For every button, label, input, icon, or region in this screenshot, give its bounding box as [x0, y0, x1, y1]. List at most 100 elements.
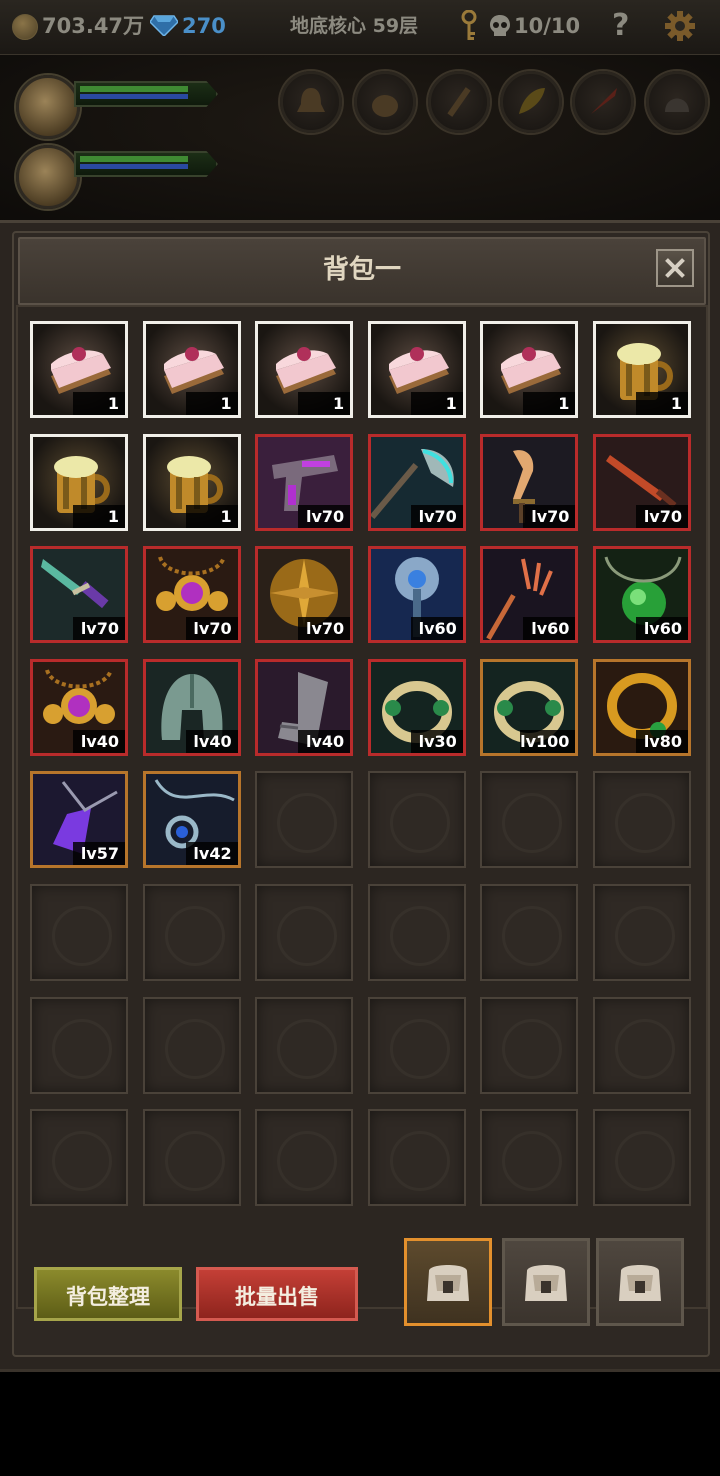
help-icon[interactable]: ? [612, 8, 638, 43]
item-level-badge: 1 [185, 392, 238, 415]
inventory-slot-empty[interactable] [480, 884, 579, 981]
inventory-slot-cake[interactable]: 1 [142, 321, 241, 418]
inventory-slot-empty[interactable] [593, 884, 691, 981]
inventory-slot-ring-gold[interactable]: lv80 [593, 658, 691, 756]
inventory-slot-beer[interactable]: 1 [593, 321, 691, 418]
item-level-badge: lv70 [185, 617, 238, 641]
inventory-slot-empty[interactable] [593, 771, 691, 869]
item-level-badge: lv42 [185, 842, 238, 866]
inventory-slot-empty[interactable] [142, 1109, 241, 1207]
bag-tab-2[interactable] [502, 1238, 590, 1326]
inventory-slot-empty[interactable] [30, 996, 128, 1094]
equip-slot-bell[interactable] [280, 71, 342, 133]
top-status-bar: 703.47万 270 地底核心 59层 10/10 ? [0, 0, 720, 55]
spear-icon [591, 88, 617, 114]
inventory-slot-empty[interactable] [255, 1109, 354, 1207]
hero-portrait-2[interactable] [16, 145, 80, 209]
item-level-badge: 1 [410, 392, 463, 415]
inventory-slot-gun[interactable]: lv70 [255, 433, 354, 531]
inventory-slot-ring-green[interactable]: lv30 [367, 658, 466, 756]
inventory-slot-sword[interactable]: lv70 [30, 546, 128, 644]
equip-slot-feather[interactable] [500, 71, 562, 133]
inventory-slot-empty[interactable] [367, 771, 466, 869]
pouch-icon [372, 95, 398, 117]
inventory-slot-empty[interactable] [367, 996, 466, 1094]
inventory-slot-beer[interactable]: 1 [30, 433, 128, 531]
inventory-slot-helmet[interactable]: lv40 [142, 658, 241, 756]
item-level-badge: lv100 [520, 729, 576, 753]
hero-portrait-1[interactable] [16, 75, 80, 139]
feather-icon [519, 88, 545, 114]
panel-titlebar: 背包一 [18, 237, 706, 305]
inventory-slot-dagger[interactable]: lv70 [593, 433, 691, 531]
item-level-badge: lv60 [523, 617, 576, 641]
inventory-slot-empty[interactable] [255, 996, 354, 1094]
equip-slot-spear[interactable] [572, 71, 634, 133]
inventory-slot-beer[interactable]: 1 [142, 433, 241, 531]
inventory-slot-pendant-purple[interactable]: lv57 [30, 771, 128, 869]
inventory-slot-empty[interactable] [480, 771, 579, 869]
bulk-sell-button[interactable]: 批量出售 [196, 1267, 358, 1321]
gear-icon[interactable] [664, 10, 696, 42]
inventory-slot-empty[interactable] [142, 996, 241, 1094]
inventory-slot-empty[interactable] [593, 1109, 691, 1207]
inventory-slot-cake[interactable]: 1 [367, 321, 466, 418]
bag-tab-1[interactable] [404, 1238, 492, 1326]
inventory-slot-trident[interactable]: lv60 [480, 546, 579, 644]
inventory-slot-cake[interactable]: 1 [30, 321, 128, 418]
backpack-panel: 背包一 1 1 1 1 1 1 1 1 lv70 lv70 lv70 lv70 lv70 lv70 lv70… [0, 220, 720, 1372]
inventory-slot-shield-gold[interactable]: lv70 [255, 546, 354, 644]
inventory-slot-empty[interactable] [142, 884, 241, 981]
backpack-icon [619, 1265, 661, 1301]
skull-icon [490, 15, 510, 36]
helmet-icon [665, 98, 689, 112]
inventory-slot-ring-green[interactable]: lv100 [480, 658, 579, 756]
inventory-slot-staff-blue[interactable]: lv60 [367, 546, 466, 644]
inventory-slot-empty[interactable] [30, 1109, 128, 1207]
inventory-slot-pendant-blue[interactable]: lv42 [142, 771, 241, 869]
panel-title: 背包一 [322, 255, 401, 285]
item-level-badge: lv60 [410, 617, 463, 641]
diamond-icon [150, 15, 178, 36]
bag-tab-3[interactable] [596, 1238, 684, 1326]
hero-health-bar-1 [74, 81, 218, 107]
inventory-slot-empty[interactable] [593, 996, 691, 1094]
inventory-slot-empty[interactable] [367, 1109, 466, 1207]
item-level-badge: lv40 [73, 729, 125, 753]
equip-slot-helmet[interactable] [646, 71, 708, 133]
inventory-slot-empty[interactable] [367, 884, 466, 981]
inventory-slot-empty[interactable] [255, 884, 354, 981]
item-level-badge: lv70 [523, 504, 576, 528]
inventory-slot-empty[interactable] [30, 884, 128, 981]
item-level-badge: lv57 [73, 842, 125, 866]
inventory-slot-empty[interactable] [480, 996, 579, 1094]
item-level-badge: lv70 [636, 504, 688, 528]
inventory-slot-cake[interactable]: 1 [255, 321, 354, 418]
inventory-slot-cake[interactable]: 1 [480, 321, 579, 418]
inventory-slot-amulet-green[interactable]: lv60 [593, 546, 691, 644]
item-level-badge: 1 [636, 392, 688, 415]
inventory-slot-necklace-gold[interactable]: lv70 [142, 546, 241, 644]
sort-backpack-button[interactable]: 背包整理 [34, 1267, 182, 1321]
bell-icon [297, 88, 325, 112]
inventory-slot-empty[interactable] [480, 1109, 579, 1207]
dungeon-floor: 地底核心 59层 [290, 15, 419, 37]
equip-slot-stick[interactable] [428, 71, 490, 133]
inventory-slot-necklace-gold[interactable]: lv40 [30, 658, 128, 756]
hero-health-bar-2 [74, 151, 218, 177]
item-level-badge: lv40 [185, 729, 238, 753]
inventory-slot-empty[interactable] [255, 771, 354, 869]
inventory-slot-blade[interactable]: lv70 [480, 433, 579, 531]
key-icon[interactable] [458, 10, 480, 42]
equip-slot-pouch[interactable] [354, 71, 416, 133]
item-level-badge: lv60 [636, 617, 688, 641]
item-level-badge: 1 [298, 392, 351, 415]
close-button[interactable] [656, 249, 694, 287]
gold-coin-icon [12, 14, 38, 40]
gold-amount: 703.47万 [42, 14, 145, 38]
inventory-slot-axe[interactable]: lv70 [367, 433, 466, 531]
item-level-badge: lv40 [298, 729, 351, 753]
inventory-slot-boots[interactable]: lv40 [255, 658, 354, 756]
gem-amount: 270 [182, 14, 226, 38]
hero-strip [0, 55, 720, 225]
